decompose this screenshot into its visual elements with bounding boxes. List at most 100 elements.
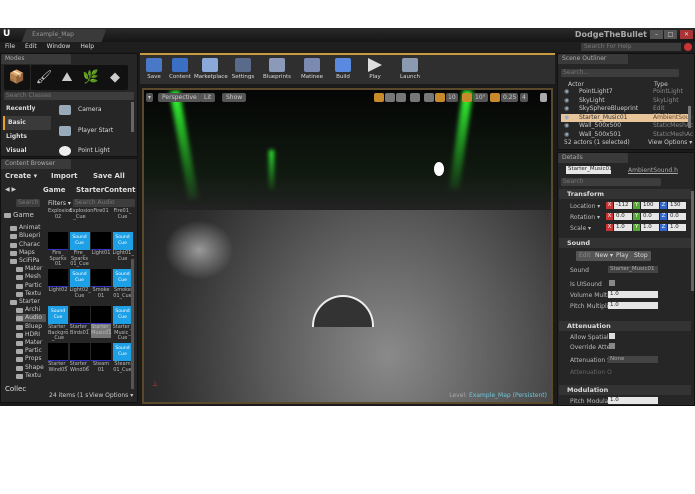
tree-search-input[interactable]: Search [16, 199, 40, 207]
is-ui-sound-checkbox[interactable] [609, 280, 615, 286]
level-tab[interactable]: Example_Map [21, 29, 107, 42]
visibility-eye-icon[interactable]: ◉ [564, 88, 569, 96]
details-tab[interactable]: Details [558, 153, 628, 163]
rotation-label[interactable]: Rotation ▾ [570, 214, 600, 221]
place-item-point-light[interactable]: Point Light [56, 143, 131, 159]
landscape-mode-icon[interactable]: ⛰ [54, 65, 80, 90]
folder-textu[interactable]: Textu [16, 372, 46, 380]
path-game[interactable]: Game [43, 186, 66, 194]
attenuation-settings-dropdown[interactable]: None [608, 356, 658, 363]
folder-game[interactable]: Game [4, 211, 46, 219]
allow-spatial-checkbox[interactable] [609, 333, 615, 339]
visibility-eye-icon[interactable]: ◉ [564, 114, 569, 122]
level-viewport[interactable]: ▾ Perspective Lit Show 10 10° 0.25 4 ⊥ L… [142, 88, 553, 404]
asset-tile[interactable]: Sound Cue Starter_ Backgro _Cue [48, 306, 68, 341]
asset-tile[interactable]: Fire_ Sparks 01 [48, 232, 68, 267]
pitch-modulation-field[interactable]: 1.0 [608, 397, 658, 404]
folder-bluepri[interactable]: Bluepri [10, 232, 46, 240]
place-item-camera[interactable]: Camera [56, 102, 131, 118]
place-item-player-start[interactable]: Player Start [56, 123, 131, 139]
rotation-snap-value[interactable]: 10° [473, 93, 488, 102]
scale-z-field[interactable]: 1.0 [668, 224, 686, 231]
back-forward-icon[interactable]: ◀ ▶ [5, 186, 16, 193]
scene-outliner-tab[interactable]: Scene Outliner [558, 54, 628, 64]
menu-help[interactable]: Help [80, 43, 94, 50]
rotation-y-field[interactable]: 0.0 [641, 213, 659, 220]
folder-starter[interactable]: Starter [10, 298, 46, 306]
location-z-field[interactable]: 130 [668, 202, 686, 209]
scale-y-field[interactable]: 1.0 [641, 224, 659, 231]
grid-snap-icon[interactable] [435, 93, 445, 102]
launch-button[interactable]: Launch [398, 57, 422, 85]
settings-button[interactable]: Settings [230, 57, 256, 85]
asset-tile[interactable]: Sound Cue Starter_ Music_ Cue [112, 306, 133, 341]
details-scrollbar[interactable] [691, 191, 694, 291]
folder-hdri[interactable]: HDRI [16, 331, 46, 339]
asset-tile[interactable]: Steam 01 [91, 343, 111, 375]
minimize-button[interactable]: – [650, 30, 663, 39]
visibility-eye-icon[interactable]: ◉ [564, 97, 569, 105]
view-options-button[interactable]: View Options ▾ [89, 392, 133, 399]
content-button[interactable]: Content [168, 57, 192, 85]
lit-button[interactable]: Lit [200, 93, 216, 102]
attenuation-overrides-label[interactable]: Attenuation O [570, 369, 612, 376]
menu-file[interactable]: File [5, 43, 15, 50]
modes-scrollbar[interactable] [131, 102, 134, 132]
location-label[interactable]: Location ▾ [570, 203, 600, 210]
visibility-eye-icon[interactable]: ◉ [564, 122, 569, 130]
folder-audio[interactable]: Audio [16, 314, 46, 323]
location-x-field[interactable]: -112 [614, 202, 632, 209]
asset-tile[interactable]: Starter_ Birds01 [69, 306, 90, 338]
scale-snap-icon[interactable] [490, 93, 500, 102]
marketplace-button[interactable]: Marketplace [194, 57, 228, 85]
outliner-row[interactable]: ◉ Wall_500x501 StaticMeshAc [561, 131, 693, 139]
folder-bluep[interactable]: Bluep [16, 323, 46, 331]
folder-charac[interactable]: Charac [10, 241, 46, 249]
folder-scifipa[interactable]: SciFiPa [10, 257, 46, 265]
menu-window[interactable]: Window [47, 43, 71, 50]
outliner-row[interactable]: ◉ Starter_Music01 AmbientSoun [561, 113, 693, 122]
scale-label[interactable]: Scale ▾ [570, 225, 591, 232]
asset-tile[interactable]: Smoke 01 [91, 269, 111, 301]
maximize-viewport-icon[interactable] [540, 93, 547, 102]
collections-toggle[interactable]: Collec [5, 385, 26, 393]
folder-animat[interactable]: Animat [10, 224, 46, 232]
asset-tile[interactable]: Sound Cue Steam 01_Cue [112, 343, 133, 375]
help-search-input[interactable]: Search For Help [581, 43, 681, 51]
outliner-row[interactable]: ◉ PointLight7 PointLight [561, 88, 689, 96]
asset-tile[interactable]: Starter_ Wind06 [69, 343, 90, 375]
folder-maps[interactable]: Maps [10, 249, 46, 257]
folder-mater[interactable]: Mater [16, 339, 46, 347]
stop-sound-button[interactable]: Stop [631, 251, 651, 261]
override-checkbox[interactable] [609, 343, 615, 349]
blueprints-button[interactable]: Blueprints [262, 57, 292, 85]
pitch-field[interactable]: 1.0 [608, 302, 658, 309]
grid-snap-value[interactable]: 10 [446, 93, 458, 102]
no-entry-icon[interactable] [684, 43, 692, 51]
play-button[interactable]: Play [365, 57, 385, 85]
folder-props[interactable]: Props [16, 355, 46, 363]
category-basic[interactable]: Basic [3, 116, 51, 130]
modulation-section[interactable]: Modulation [559, 385, 691, 395]
foliage-mode-icon[interactable]: 🌿 [78, 65, 104, 90]
perspective-button[interactable]: Perspective [158, 93, 201, 102]
build-button[interactable]: Build [332, 57, 354, 85]
rotation-snap-icon[interactable] [462, 93, 472, 102]
menu-edit[interactable]: Edit [25, 43, 37, 50]
create-button[interactable]: Create ▾ [5, 172, 37, 180]
visibility-eye-icon[interactable]: ◉ [564, 105, 569, 113]
asset-tile[interactable]: Sound Cue Light02_ Cue [69, 269, 91, 301]
actor-name-field[interactable]: Starter_Music01 [566, 166, 612, 174]
asset-tile[interactable]: Light01 [91, 232, 111, 264]
folder-archi[interactable]: Archi [16, 306, 46, 314]
rotation-x-field[interactable]: 0.0 [614, 213, 632, 220]
asset-scrollbar[interactable] [131, 259, 134, 389]
folder-shape[interactable]: Shape [16, 364, 46, 372]
outliner-search-input[interactable]: Search... [561, 69, 679, 77]
folder-partic[interactable]: Partic [16, 282, 46, 290]
location-y-field[interactable]: 100 [641, 202, 659, 209]
viewport-options-button[interactable]: ▾ [146, 93, 154, 102]
camera-speed-button[interactable]: 4 [520, 93, 528, 102]
category-recently-placed[interactable]: Recently Placed [3, 102, 51, 126]
folder-mesh[interactable]: Mesh [16, 273, 46, 281]
